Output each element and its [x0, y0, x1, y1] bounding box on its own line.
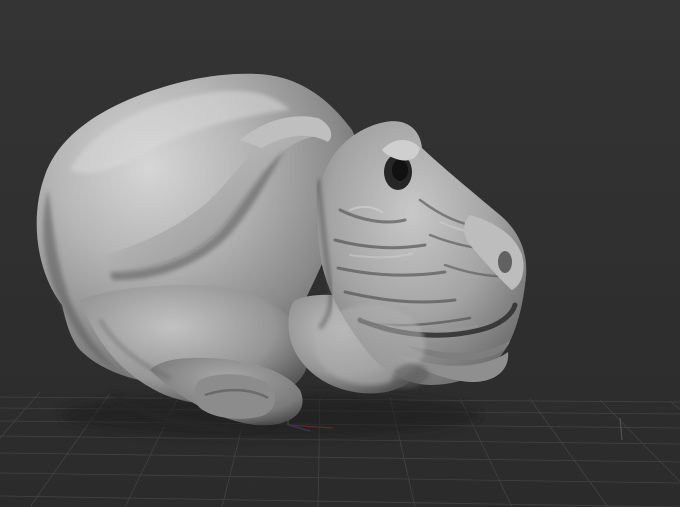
viewport-canvas[interactable] [0, 0, 680, 507]
nostril [498, 251, 512, 273]
3d-viewport[interactable] [0, 0, 680, 507]
eye-socket-inner [392, 159, 408, 181]
